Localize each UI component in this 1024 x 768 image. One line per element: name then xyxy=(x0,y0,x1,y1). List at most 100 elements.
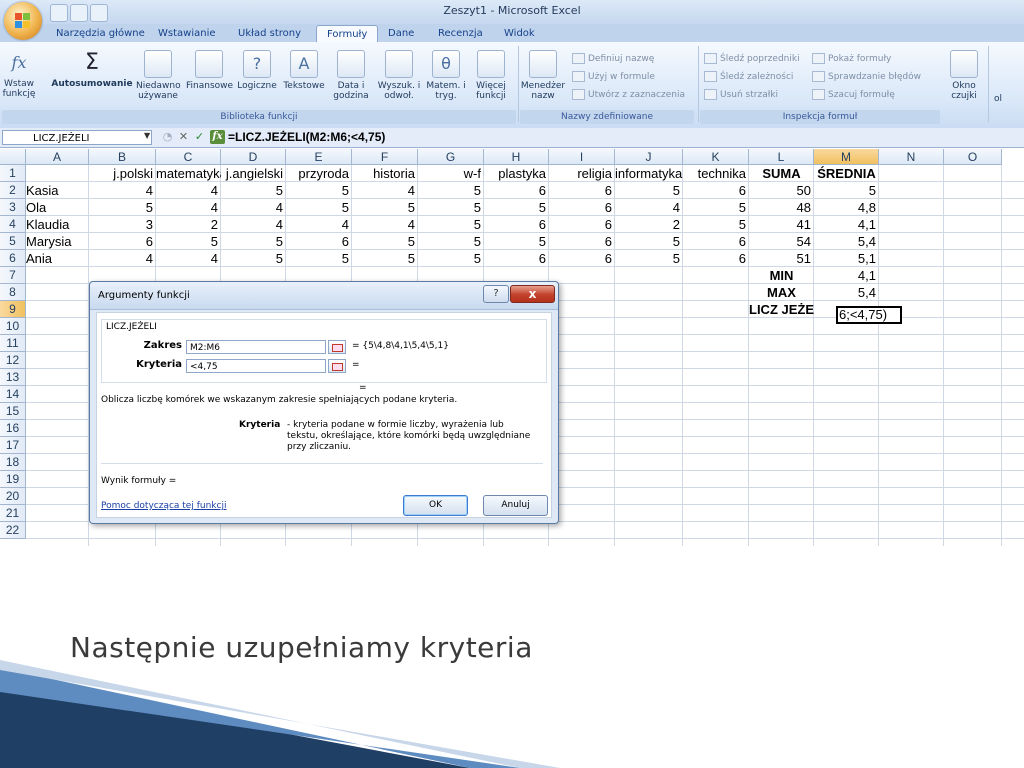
calculation-partial[interactable]: ol xyxy=(994,92,1002,106)
student-name-cell[interactable]: Klaudia xyxy=(26,216,89,233)
grade-cell[interactable]: 4 xyxy=(221,199,286,216)
tab-insert[interactable]: Wstawianie xyxy=(148,25,226,42)
grade-cell[interactable]: 6 xyxy=(549,182,615,199)
grade-cell[interactable]: 5 xyxy=(484,199,549,216)
grade-cell[interactable]: 5 xyxy=(286,250,352,267)
tab-review[interactable]: Recenzja xyxy=(428,25,493,42)
evaluate-formula-button[interactable]: Szacuj formułę xyxy=(812,88,895,102)
name-manager-button[interactable]: Menedżer nazw xyxy=(520,50,566,101)
column-header-b[interactable]: B xyxy=(89,149,156,165)
column-header-a[interactable]: A xyxy=(26,149,89,165)
grade-cell[interactable]: 4 xyxy=(89,182,156,199)
grade-cell[interactable]: 4 xyxy=(352,182,418,199)
sum-cell[interactable]: 41 xyxy=(749,216,814,233)
grade-cell[interactable]: 6 xyxy=(484,182,549,199)
autosum-button[interactable]: Σ Autosumowanie xyxy=(50,50,134,89)
max-value[interactable]: 5,4 xyxy=(814,284,879,301)
grade-cell[interactable]: 5 xyxy=(221,182,286,199)
column-header-n[interactable]: N xyxy=(879,149,944,165)
grade-cell[interactable]: 6 xyxy=(286,233,352,250)
grade-cell[interactable]: 6 xyxy=(549,199,615,216)
grade-cell[interactable]: 4 xyxy=(89,250,156,267)
row-header-6[interactable]: 6 xyxy=(0,250,26,267)
criteria-input[interactable]: <4,75 xyxy=(186,359,326,373)
grade-cell[interactable]: 6 xyxy=(683,182,749,199)
row-header-5[interactable]: 5 xyxy=(0,233,26,250)
create-from-selection-button[interactable]: Utwórz z zaznaczenia xyxy=(572,88,685,102)
collapse-dialog-icon[interactable] xyxy=(328,340,346,354)
lookup-button[interactable]: Wyszuk. i odwoł. xyxy=(376,50,422,101)
cancel-x-icon[interactable]: ✕ xyxy=(176,130,191,144)
tab-formulas[interactable]: Formuły xyxy=(316,25,379,43)
row-header-4[interactable]: 4 xyxy=(0,216,26,233)
row-header-15[interactable]: 15 xyxy=(0,403,26,420)
row-header-10[interactable]: 10 xyxy=(0,318,26,335)
formula-input[interactable]: =LICZ.JEŻELI(M2:M6;<4,75) xyxy=(228,128,385,147)
grade-cell[interactable]: 4 xyxy=(156,199,221,216)
name-box[interactable]: LICZ.JEŻELI xyxy=(2,130,152,145)
grade-cell[interactable]: 6 xyxy=(683,250,749,267)
max-label[interactable]: MAX xyxy=(749,284,814,301)
tab-data[interactable]: Dane xyxy=(378,25,424,42)
row-header-16[interactable]: 16 xyxy=(0,420,26,437)
grade-cell[interactable]: 5 xyxy=(352,233,418,250)
row-header-12[interactable]: 12 xyxy=(0,352,26,369)
row-header-7[interactable]: 7 xyxy=(0,267,26,284)
grade-cell[interactable]: 6 xyxy=(484,216,549,233)
grade-cell[interactable]: 5 xyxy=(286,199,352,216)
row-header-1[interactable]: 1 xyxy=(0,165,26,182)
grade-cell[interactable]: 3 xyxy=(89,216,156,233)
header-cell[interactable]: matematyka xyxy=(156,165,221,182)
row-header-17[interactable]: 17 xyxy=(0,437,26,454)
student-name-cell[interactable]: Ola xyxy=(26,199,89,216)
logical-button[interactable]: ? Logiczne xyxy=(234,50,280,91)
row-header-18[interactable]: 18 xyxy=(0,454,26,471)
grade-cell[interactable]: 6 xyxy=(683,233,749,250)
row-header-19[interactable]: 19 xyxy=(0,471,26,488)
student-name-cell[interactable]: Marysia xyxy=(26,233,89,250)
min-value[interactable]: 4,1 xyxy=(814,267,879,284)
grade-cell[interactable]: 5 xyxy=(286,182,352,199)
row-header-3[interactable]: 3 xyxy=(0,199,26,216)
watch-window-button[interactable]: Okno czujki xyxy=(946,50,982,101)
row-header-8[interactable]: 8 xyxy=(0,284,26,301)
insert-function-button[interactable]: fx Wstaw funkcję xyxy=(2,50,36,99)
grade-cell[interactable]: 2 xyxy=(156,216,221,233)
math-button[interactable]: θ Matem. i tryg. xyxy=(424,50,468,101)
grade-cell[interactable]: 5 xyxy=(615,250,683,267)
row-header-21[interactable]: 21 xyxy=(0,505,26,522)
student-name-cell[interactable]: Ania xyxy=(26,250,89,267)
grade-cell[interactable]: 5 xyxy=(615,182,683,199)
trace-precedents-button[interactable]: Śledź poprzedniki xyxy=(704,52,800,66)
grade-cell[interactable]: 4 xyxy=(286,216,352,233)
tab-view[interactable]: Widok xyxy=(494,25,545,42)
header-cell[interactable]: j.polski xyxy=(89,165,156,182)
define-name-button[interactable]: Definiuj nazwę xyxy=(572,52,654,66)
row-header-11[interactable]: 11 xyxy=(0,335,26,352)
column-header-o[interactable]: O xyxy=(944,149,1002,165)
remove-arrows-button[interactable]: Usuń strzałki xyxy=(704,88,778,102)
count-if-label[interactable]: LICZ JEŻELI xyxy=(749,301,814,318)
grade-cell[interactable]: 5 xyxy=(418,199,484,216)
chevron-down-icon[interactable]: ▼ xyxy=(144,131,150,140)
header-cell[interactable]: technika xyxy=(683,165,749,182)
confirm-check-icon[interactable]: ✓ xyxy=(192,130,207,144)
average-cell[interactable]: 4,1 xyxy=(814,216,879,233)
grade-cell[interactable]: 6 xyxy=(549,233,615,250)
tab-home[interactable]: Narzędzia główne xyxy=(46,25,155,42)
grade-cell[interactable]: 5 xyxy=(683,216,749,233)
grade-cell[interactable]: 5 xyxy=(615,233,683,250)
average-cell[interactable]: 5,1 xyxy=(814,250,879,267)
row-header-13[interactable]: 13 xyxy=(0,369,26,386)
show-formulas-button[interactable]: Pokaż formuły xyxy=(812,52,891,66)
grade-cell[interactable]: 5 xyxy=(221,250,286,267)
tab-page-layout[interactable]: Układ strony xyxy=(228,25,311,42)
help-icon[interactable]: ? xyxy=(483,285,509,303)
grade-cell[interactable]: 4 xyxy=(615,199,683,216)
active-cell[interactable]: 6;<4,75) xyxy=(836,306,902,324)
header-cell[interactable]: informatyka xyxy=(615,165,683,182)
help-link[interactable]: Pomoc dotycząca tej funkcji xyxy=(101,501,226,511)
grade-cell[interactable]: 4 xyxy=(156,250,221,267)
financial-button[interactable]: Finansowe xyxy=(186,50,233,91)
column-header-c[interactable]: C xyxy=(156,149,221,165)
